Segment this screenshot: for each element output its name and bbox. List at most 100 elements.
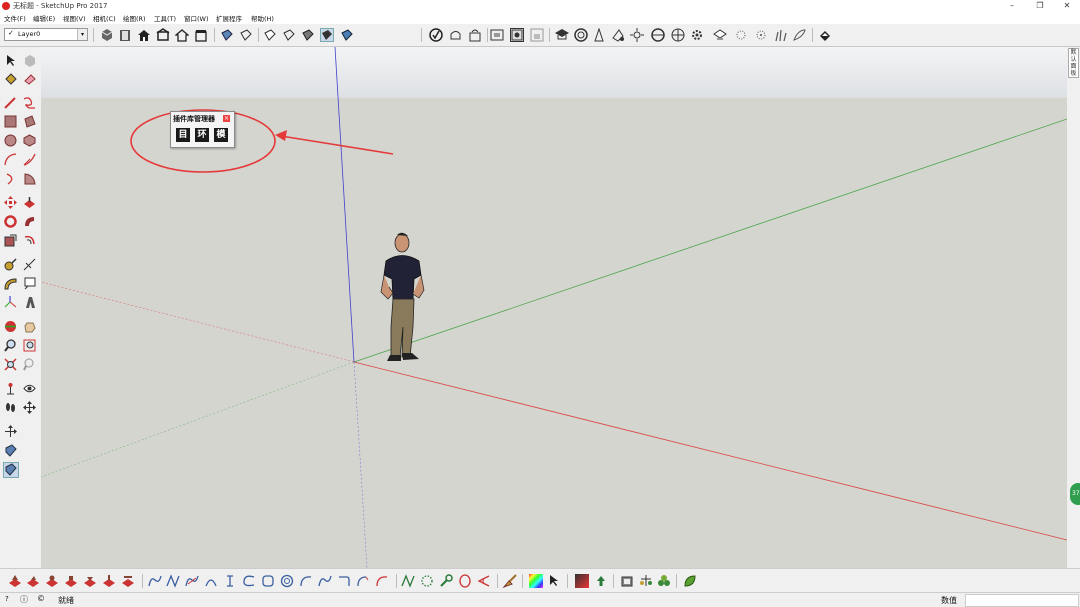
leaf-brush-icon[interactable]: [792, 28, 806, 42]
color-palette-icon[interactable]: [529, 574, 543, 588]
graduation-cap-icon[interactable]: [554, 28, 569, 42]
section-move-icon[interactable]: [4, 425, 17, 438]
curve-tool-4-icon[interactable]: [204, 574, 218, 588]
zoom-window-icon[interactable]: [23, 339, 36, 352]
plugin-manager-dialog[interactable]: 插件库管理器 × 目 环 模: [170, 111, 235, 148]
dotted-sun-alt-icon[interactable]: [754, 28, 768, 42]
wrench-icon[interactable]: [439, 574, 453, 588]
close-button[interactable]: ✕: [1056, 0, 1078, 12]
half-sphere-icon[interactable]: [650, 28, 665, 42]
spline-icon[interactable]: [401, 574, 415, 588]
fog-icon[interactable]: [611, 28, 625, 42]
curve-tool-12-icon[interactable]: [356, 574, 370, 588]
tape-measure-icon[interactable]: [4, 258, 17, 271]
menu-edit[interactable]: 编辑(E): [33, 13, 55, 23]
teapot-icon[interactable]: [448, 28, 462, 42]
zoom-icon[interactable]: [4, 339, 17, 352]
add-detail-icon[interactable]: [102, 574, 116, 588]
components-icon[interactable]: [100, 28, 114, 42]
pie-icon[interactable]: [23, 172, 36, 185]
select-arrow-icon[interactable]: [4, 54, 17, 67]
rotated-rectangle-icon[interactable]: [23, 115, 36, 128]
follow-me-icon[interactable]: [23, 215, 36, 228]
share-model-icon[interactable]: [468, 28, 482, 42]
credits-icon[interactable]: ⓘ: [20, 594, 28, 605]
chevron-down-icon[interactable]: ▾: [77, 29, 87, 40]
menu-view[interactable]: 视图(V): [63, 13, 86, 23]
curve-tool-7-icon[interactable]: [261, 574, 275, 588]
shaded-icon[interactable]: [282, 28, 296, 42]
rectangle-icon[interactable]: [4, 115, 17, 128]
broom-icon[interactable]: [502, 574, 517, 589]
plugin-model-button[interactable]: 模: [214, 128, 228, 142]
menu-extensions[interactable]: 扩展程序: [216, 13, 242, 23]
upload-arrow-icon[interactable]: [594, 574, 608, 588]
shaded-texture-icon[interactable]: [301, 28, 315, 42]
pencil-line-icon[interactable]: [4, 96, 17, 109]
curve-tool-11-icon[interactable]: [337, 574, 351, 588]
smoove-icon[interactable]: [45, 574, 59, 588]
check-circle-icon[interactable]: [428, 28, 443, 42]
look-around-icon[interactable]: [23, 382, 36, 395]
shell-icon[interactable]: [620, 574, 634, 588]
position-camera-icon[interactable]: [4, 382, 17, 395]
sandbox-icon[interactable]: [4, 444, 17, 457]
scale-figure[interactable]: [380, 232, 425, 361]
push-pull-icon[interactable]: [23, 196, 36, 209]
eraser-icon[interactable]: [23, 72, 36, 85]
color-by-layer-icon[interactable]: [340, 28, 354, 42]
walk-footprints-icon[interactable]: [4, 401, 17, 414]
back-view-icon[interactable]: [194, 28, 208, 42]
front-view-icon[interactable]: [174, 28, 190, 42]
orbit-globe-icon[interactable]: [573, 28, 588, 42]
two-point-arc-icon[interactable]: [23, 153, 36, 166]
cursor-texture-icon[interactable]: [548, 574, 562, 588]
curve-tool-1-icon[interactable]: [148, 574, 162, 588]
arc-icon[interactable]: [4, 153, 17, 166]
plugin-environment-button[interactable]: 环: [195, 128, 209, 142]
scale-icon[interactable]: [4, 234, 17, 247]
menu-help[interactable]: 帮助(H): [251, 13, 274, 23]
layer-select[interactable]: ✓ Layer0 ▾: [4, 28, 88, 41]
offset-icon[interactable]: [23, 234, 36, 247]
warehouse-icon[interactable]: [3, 462, 19, 478]
plugin-directory-button[interactable]: 目: [176, 128, 190, 142]
menu-draw[interactable]: 绘图(R): [123, 13, 146, 23]
pan-hand-icon[interactable]: [23, 320, 36, 333]
menu-camera[interactable]: 相机(C): [93, 13, 116, 23]
grass-icon[interactable]: [774, 28, 788, 42]
curve-tool-8-icon[interactable]: [280, 574, 294, 588]
license-icon[interactable]: ©: [37, 594, 45, 603]
menu-tools[interactable]: 工具(T): [154, 13, 176, 23]
sandbox-from-contours-icon[interactable]: [8, 574, 22, 588]
orbit-icon[interactable]: [4, 320, 17, 333]
circle-icon[interactable]: [4, 134, 17, 147]
menu-window[interactable]: 窗口(W): [184, 13, 209, 23]
protractor-icon[interactable]: [4, 277, 17, 290]
monochrome-icon[interactable]: [320, 28, 334, 42]
move-arrows-icon[interactable]: [23, 401, 36, 414]
three-point-arc-icon[interactable]: [4, 172, 17, 185]
ellipse-icon[interactable]: [458, 574, 472, 588]
curve-tool-13-icon[interactable]: [375, 574, 389, 588]
hidden-line-icon[interactable]: [263, 28, 277, 42]
geo-location-icon[interactable]: ?: [5, 595, 9, 603]
3d-text-icon[interactable]: [23, 296, 36, 309]
grid-globe-icon[interactable]: [670, 28, 685, 42]
sandbox-from-scratch-icon[interactable]: [26, 574, 40, 588]
previous-view-icon[interactable]: [23, 358, 36, 371]
curve-tool-2-icon[interactable]: [166, 574, 180, 588]
dotted-circle-icon[interactable]: [420, 574, 434, 588]
default-tray-tab[interactable]: 默认面板: [1068, 48, 1079, 78]
menu-file[interactable]: 文件(F): [4, 13, 26, 23]
angle-icon[interactable]: [477, 574, 491, 588]
notification-badge[interactable]: 37: [1070, 483, 1080, 505]
iso-view-icon[interactable]: [137, 28, 151, 42]
dotted-sun-icon[interactable]: [734, 28, 748, 42]
leaf-icon[interactable]: [683, 574, 697, 588]
book-icon[interactable]: [118, 28, 132, 42]
minimize-button[interactable]: –: [1001, 0, 1023, 12]
rotate-icon[interactable]: [4, 215, 17, 228]
curve-tool-9-icon[interactable]: [299, 574, 313, 588]
text-icon[interactable]: [23, 277, 36, 290]
